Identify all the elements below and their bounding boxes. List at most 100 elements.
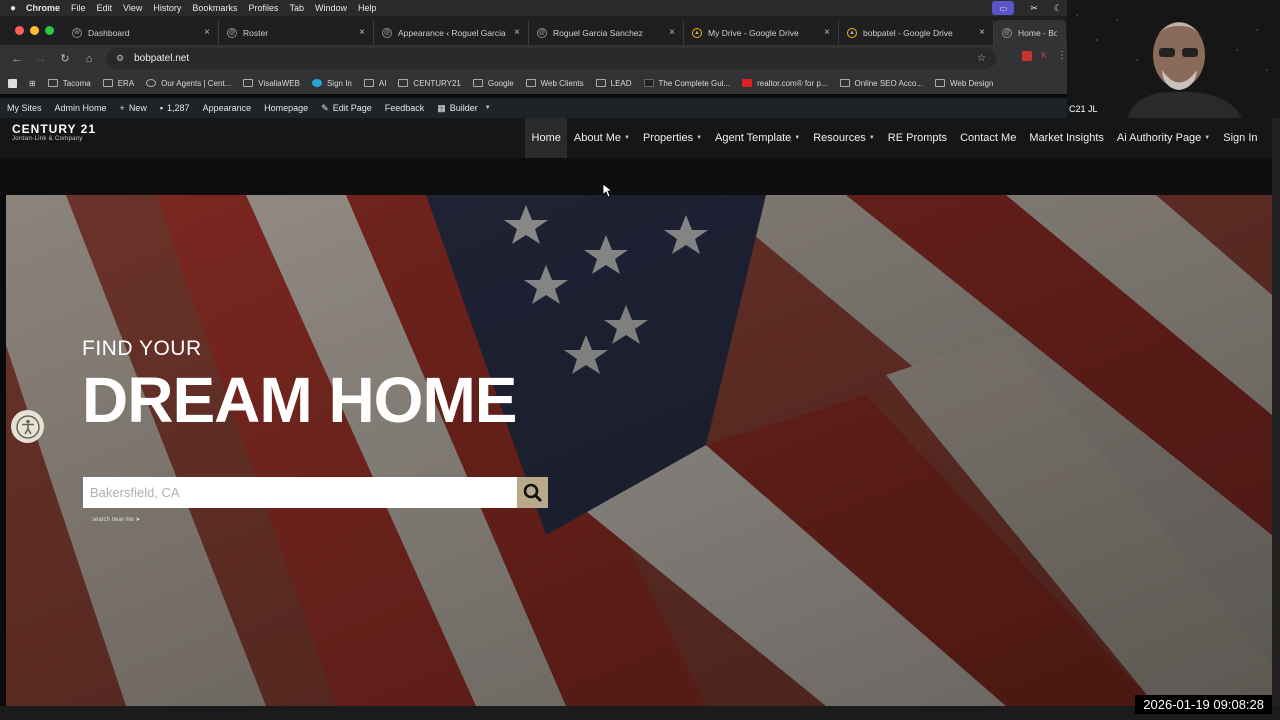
bookmark-ai[interactable]: AI (363, 79, 386, 88)
nav-about-me[interactable]: About Me ▼ (567, 118, 636, 158)
site-info-icon[interactable]: ⚙ (116, 53, 124, 64)
bookmark-our-agents[interactable]: Our Agents | Cent... (146, 79, 231, 88)
bookmark-lead[interactable]: LEAD (595, 79, 632, 88)
extension-k-icon[interactable]: K (1042, 51, 1047, 60)
bookmark-label: ERA (117, 78, 135, 88)
appearance-link[interactable]: Appearance (203, 103, 252, 113)
homepage-link[interactable]: Homepage (264, 103, 308, 113)
apple-icon[interactable]: ● (0, 3, 26, 14)
reload-icon[interactable]: ↻ (53, 52, 77, 65)
bookmark-tacoma[interactable]: Tacoma (47, 79, 91, 88)
site-icon: @ (382, 27, 392, 38)
nav-label: Resources (813, 132, 866, 144)
comments-link[interactable]: ▪ 1,287 (160, 103, 190, 113)
my-sites-link[interactable]: My Sites (7, 103, 42, 113)
edit-page-link[interactable]: ✎ Edit Page (321, 103, 372, 114)
menu-window[interactable]: Window (315, 3, 356, 13)
close-tab-icon[interactable]: × (359, 27, 365, 38)
logo-main-text: CENTURY 21 (12, 122, 97, 136)
tab-bobpatel-drive[interactable]: ▲ bobpatel - Google Drive × (839, 20, 994, 45)
nav-sign-in[interactable]: Sign In (1217, 118, 1264, 158)
bookmark-checkbox-icon[interactable] (8, 78, 17, 88)
feedback-link[interactable]: Feedback (385, 103, 425, 113)
search-near-me-link[interactable]: search near me ➤ (92, 516, 140, 523)
nav-home[interactable]: Home (525, 118, 568, 158)
bookmark-era[interactable]: ERA (102, 78, 135, 88)
tab-roster[interactable]: @ Roster × (219, 20, 374, 45)
admin-home-link[interactable]: Admin Home (55, 103, 107, 113)
century21-logo[interactable]: CENTURY 21 Jordan-Link & Company (12, 122, 96, 142)
bookmark-complete-guide[interactable]: The Complete Gui... (643, 79, 730, 88)
bookmark-web-clients[interactable]: Web Clients (525, 79, 584, 88)
screen-share-icon[interactable]: ▭ (992, 1, 1015, 15)
new-link[interactable]: + New (120, 103, 147, 113)
moon-icon[interactable]: ☾ (1054, 3, 1062, 14)
nav-agent-template[interactable]: Agent Template ▼ (709, 118, 807, 158)
apps-grid-icon[interactable]: ⊞ (29, 79, 36, 88)
back-icon[interactable]: ← (5, 53, 29, 65)
bookmark-google[interactable]: Google (472, 79, 514, 88)
menu-view[interactable]: View (123, 3, 151, 13)
nav-resources[interactable]: Resources ▼ (807, 118, 882, 158)
tab-home-bob[interactable]: @ Home - Bob P (994, 20, 1066, 45)
mouse-cursor-icon (603, 184, 613, 198)
close-tab-icon[interactable]: × (979, 27, 985, 38)
bottom-edge (0, 706, 1280, 720)
menu-profiles[interactable]: Profiles (248, 3, 287, 13)
nav-contact-me[interactable]: Contact Me (954, 118, 1023, 158)
close-tab-icon[interactable]: × (824, 27, 830, 38)
nav-re-prompts[interactable]: RE Prompts (881, 118, 953, 158)
accessibility-icon (15, 414, 40, 439)
plus-icon: + (119, 103, 125, 113)
builder-link[interactable]: ▦ Builder ▼ (437, 103, 490, 114)
folder-icon (525, 79, 536, 87)
menu-app-name[interactable]: Chrome (26, 3, 69, 13)
minimize-window-icon[interactable] (30, 26, 39, 35)
tab-title: Appearance ‹ Roguel Garcia (398, 27, 506, 38)
bookmark-web-design[interactable]: Web Design (934, 79, 993, 88)
bookmark-visaliaweb[interactable]: VisaliaWEB (243, 79, 300, 88)
folder-icon (839, 79, 850, 87)
tab-appearance[interactable]: @ Appearance ‹ Roguel Garcia × (374, 20, 529, 45)
maximize-window-icon[interactable] (45, 26, 54, 35)
close-tab-icon[interactable]: × (204, 27, 210, 38)
bookmark-online-seo[interactable]: Online SEO Acco... (839, 79, 923, 88)
tab-my-drive[interactable]: ▲ My Drive - Google Drive × (684, 20, 839, 45)
forward-icon[interactable]: → (29, 53, 53, 65)
search-button[interactable] (517, 477, 548, 508)
chevron-down-icon: ▼ (623, 135, 630, 141)
bookmark-star-icon[interactable]: ☆ (977, 53, 986, 64)
menu-tab[interactable]: Tab (289, 3, 313, 13)
hero-banner (6, 195, 1272, 706)
folder-icon (243, 79, 254, 87)
bookmark-realtor[interactable]: realtor.com® for p... (742, 79, 828, 88)
nav-label: Agent Template (715, 132, 792, 144)
close-tab-icon[interactable]: × (514, 27, 520, 38)
nav-properties[interactable]: Properties ▼ (636, 118, 708, 158)
bookmark-sign-in[interactable]: Sign In (311, 79, 352, 88)
accessibility-button[interactable] (11, 410, 44, 443)
nav-ai-authority-page[interactable]: Ai Authority Page ▼ (1110, 118, 1216, 158)
menu-file[interactable]: File (71, 3, 95, 13)
tab-dashboard[interactable]: W Dashboard × (64, 20, 219, 45)
header-spacer (0, 158, 1272, 195)
home-icon[interactable]: ⌂ (77, 53, 101, 65)
tab-roguel-garcia[interactable]: @ Roguel Garcia Sanchez × (529, 20, 684, 45)
tools-icon[interactable]: ✂ (1030, 3, 1038, 14)
menu-bookmarks[interactable]: Bookmarks (192, 3, 246, 13)
nav-market-insights[interactable]: Market Insights (1023, 118, 1111, 158)
address-bar[interactable]: ⚙ bobpatel.net ☆ (106, 48, 996, 69)
extension-icon[interactable] (1021, 50, 1032, 61)
tab-title: Home - Bob P (1018, 27, 1057, 38)
folder-icon (472, 79, 483, 87)
edit-page-label: Edit Page (332, 103, 372, 113)
location-search-input[interactable] (83, 477, 517, 508)
menu-help[interactable]: Help (358, 3, 386, 13)
url-text: bobpatel.net (134, 53, 190, 64)
close-tab-icon[interactable]: × (669, 27, 675, 38)
extension-icon[interactable]: ⋮ (1057, 50, 1067, 61)
menu-edit[interactable]: Edit (97, 3, 122, 13)
bookmark-century21[interactable]: CENTURY21 (398, 79, 461, 88)
close-window-icon[interactable] (15, 26, 24, 35)
menu-history[interactable]: History (153, 3, 190, 13)
